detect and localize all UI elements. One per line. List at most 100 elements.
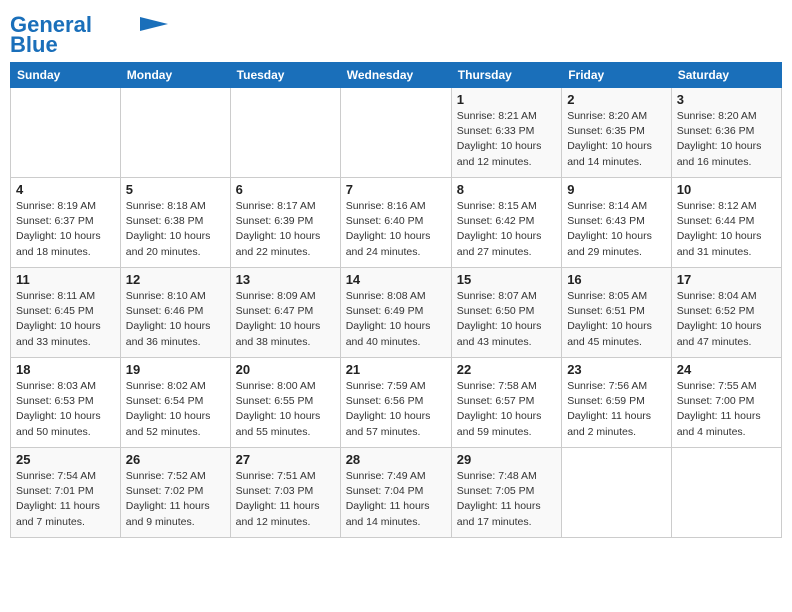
day-info: Sunrise: 7:56 AM Sunset: 6:59 PM Dayligh… xyxy=(567,379,666,440)
calendar-week-row: 25 Sunrise: 7:54 AM Sunset: 7:01 PM Dayli… xyxy=(11,448,782,538)
day-info: Sunrise: 8:12 AM Sunset: 6:44 PM Dayligh… xyxy=(677,199,776,260)
day-number: 19 xyxy=(126,362,225,377)
calendar-week-row: 18 Sunrise: 8:03 AM Sunset: 6:53 PM Dayli… xyxy=(11,358,782,448)
day-number: 20 xyxy=(236,362,335,377)
day-number: 21 xyxy=(346,362,446,377)
calendar-cell: 20 Sunrise: 8:00 AM Sunset: 6:55 PM Dayli… xyxy=(230,358,340,448)
calendar-cell: 16 Sunrise: 8:05 AM Sunset: 6:51 PM Dayli… xyxy=(562,268,672,358)
day-info: Sunrise: 7:49 AM Sunset: 7:04 PM Dayligh… xyxy=(346,469,446,530)
day-number: 10 xyxy=(677,182,776,197)
day-number: 14 xyxy=(346,272,446,287)
calendar-cell xyxy=(230,88,340,178)
calendar-cell: 5 Sunrise: 8:18 AM Sunset: 6:38 PM Daylig… xyxy=(120,178,230,268)
calendar-cell xyxy=(562,448,672,538)
calendar-table: SundayMondayTuesdayWednesdayThursdayFrid… xyxy=(10,62,782,538)
calendar-cell: 17Sunrise: 8:04 AM Sunset: 6:52 PM Dayli… xyxy=(671,268,781,358)
calendar-cell: 14 Sunrise: 8:08 AM Sunset: 6:49 PM Dayli… xyxy=(340,268,451,358)
day-number: 18 xyxy=(16,362,115,377)
weekday-header-monday: Monday xyxy=(120,63,230,88)
day-number: 2 xyxy=(567,92,666,107)
weekday-header-tuesday: Tuesday xyxy=(230,63,340,88)
weekday-header-sunday: Sunday xyxy=(11,63,121,88)
calendar-cell: 23 Sunrise: 7:56 AM Sunset: 6:59 PM Dayli… xyxy=(562,358,672,448)
day-info: Sunrise: 8:14 AM Sunset: 6:43 PM Dayligh… xyxy=(567,199,666,260)
weekday-header-row: SundayMondayTuesdayWednesdayThursdayFrid… xyxy=(11,63,782,88)
calendar-cell: 21Sunrise: 7:59 AM Sunset: 6:56 PM Dayli… xyxy=(340,358,451,448)
day-info: Sunrise: 8:21 AM Sunset: 6:33 PM Dayligh… xyxy=(457,109,556,170)
day-number: 7 xyxy=(346,182,446,197)
day-number: 26 xyxy=(126,452,225,467)
day-info: Sunrise: 8:07 AM Sunset: 6:50 PM Dayligh… xyxy=(457,289,556,350)
day-number: 29 xyxy=(457,452,556,467)
day-number: 5 xyxy=(126,182,225,197)
day-info: Sunrise: 8:10 AM Sunset: 6:46 PM Dayligh… xyxy=(126,289,225,350)
calendar-cell xyxy=(120,88,230,178)
day-info: Sunrise: 8:18 AM Sunset: 6:38 PM Dayligh… xyxy=(126,199,225,260)
day-info: Sunrise: 8:03 AM Sunset: 6:53 PM Dayligh… xyxy=(16,379,115,440)
day-info: Sunrise: 7:54 AM Sunset: 7:01 PM Dayligh… xyxy=(16,469,115,530)
day-info: Sunrise: 8:09 AM Sunset: 6:47 PM Dayligh… xyxy=(236,289,335,350)
day-info: Sunrise: 8:05 AM Sunset: 6:51 PM Dayligh… xyxy=(567,289,666,350)
day-number: 16 xyxy=(567,272,666,287)
day-info: Sunrise: 7:51 AM Sunset: 7:03 PM Dayligh… xyxy=(236,469,335,530)
calendar-cell: 15 Sunrise: 8:07 AM Sunset: 6:50 PM Dayli… xyxy=(451,268,561,358)
calendar-cell: 10 Sunrise: 8:12 AM Sunset: 6:44 PM Dayli… xyxy=(671,178,781,268)
day-number: 6 xyxy=(236,182,335,197)
day-number: 12 xyxy=(126,272,225,287)
calendar-week-row: 4Sunrise: 8:19 AM Sunset: 6:37 PM Daylig… xyxy=(11,178,782,268)
day-number: 9 xyxy=(567,182,666,197)
calendar-cell: 2 Sunrise: 8:20 AM Sunset: 6:35 PM Daylig… xyxy=(562,88,672,178)
day-info: Sunrise: 8:17 AM Sunset: 6:39 PM Dayligh… xyxy=(236,199,335,260)
calendar-cell: 3Sunrise: 8:20 AM Sunset: 6:36 PM Daylig… xyxy=(671,88,781,178)
day-number: 1 xyxy=(457,92,556,107)
day-info: Sunrise: 7:52 AM Sunset: 7:02 PM Dayligh… xyxy=(126,469,225,530)
day-number: 28 xyxy=(346,452,446,467)
calendar-cell: 7 Sunrise: 8:16 AM Sunset: 6:40 PM Daylig… xyxy=(340,178,451,268)
day-info: Sunrise: 8:00 AM Sunset: 6:55 PM Dayligh… xyxy=(236,379,335,440)
calendar-cell: 12 Sunrise: 8:10 AM Sunset: 6:46 PM Dayli… xyxy=(120,268,230,358)
day-info: Sunrise: 8:16 AM Sunset: 6:40 PM Dayligh… xyxy=(346,199,446,260)
calendar-cell: 11Sunrise: 8:11 AM Sunset: 6:45 PM Dayli… xyxy=(11,268,121,358)
calendar-cell: 8 Sunrise: 8:15 AM Sunset: 6:42 PM Daylig… xyxy=(451,178,561,268)
day-number: 27 xyxy=(236,452,335,467)
day-info: Sunrise: 8:04 AM Sunset: 6:52 PM Dayligh… xyxy=(677,289,776,350)
calendar-cell: 28 Sunrise: 7:49 AM Sunset: 7:04 PM Dayli… xyxy=(340,448,451,538)
weekday-header-wednesday: Wednesday xyxy=(340,63,451,88)
calendar-cell: 9 Sunrise: 8:14 AM Sunset: 6:43 PM Daylig… xyxy=(562,178,672,268)
calendar-cell xyxy=(11,88,121,178)
day-info: Sunrise: 7:58 AM Sunset: 6:57 PM Dayligh… xyxy=(457,379,556,440)
day-number: 23 xyxy=(567,362,666,377)
weekday-header-thursday: Thursday xyxy=(451,63,561,88)
day-number: 8 xyxy=(457,182,556,197)
calendar-cell: 19Sunrise: 8:02 AM Sunset: 6:54 PM Dayli… xyxy=(120,358,230,448)
weekday-header-saturday: Saturday xyxy=(671,63,781,88)
weekday-header-friday: Friday xyxy=(562,63,672,88)
logo: General Blue xyxy=(10,14,168,56)
day-info: Sunrise: 8:11 AM Sunset: 6:45 PM Dayligh… xyxy=(16,289,115,350)
day-info: Sunrise: 8:20 AM Sunset: 6:35 PM Dayligh… xyxy=(567,109,666,170)
calendar-cell: 1 Sunrise: 8:21 AM Sunset: 6:33 PM Daylig… xyxy=(451,88,561,178)
day-info: Sunrise: 7:48 AM Sunset: 7:05 PM Dayligh… xyxy=(457,469,556,530)
day-info: Sunrise: 7:55 AM Sunset: 7:00 PM Dayligh… xyxy=(677,379,776,440)
header: General Blue xyxy=(10,10,782,56)
calendar-cell: 22Sunrise: 7:58 AM Sunset: 6:57 PM Dayli… xyxy=(451,358,561,448)
day-number: 15 xyxy=(457,272,556,287)
day-number: 25 xyxy=(16,452,115,467)
calendar-cell xyxy=(671,448,781,538)
calendar-cell: 25 Sunrise: 7:54 AM Sunset: 7:01 PM Dayli… xyxy=(11,448,121,538)
calendar-cell: 6 Sunrise: 8:17 AM Sunset: 6:39 PM Daylig… xyxy=(230,178,340,268)
calendar-cell: 18 Sunrise: 8:03 AM Sunset: 6:53 PM Dayli… xyxy=(11,358,121,448)
day-info: Sunrise: 8:20 AM Sunset: 6:36 PM Dayligh… xyxy=(677,109,776,170)
day-number: 13 xyxy=(236,272,335,287)
calendar-cell: 4Sunrise: 8:19 AM Sunset: 6:37 PM Daylig… xyxy=(11,178,121,268)
day-number: 24 xyxy=(677,362,776,377)
calendar-cell: 27 Sunrise: 7:51 AM Sunset: 7:03 PM Dayli… xyxy=(230,448,340,538)
day-info: Sunrise: 8:19 AM Sunset: 6:37 PM Dayligh… xyxy=(16,199,115,260)
calendar-week-row: 1 Sunrise: 8:21 AM Sunset: 6:33 PM Daylig… xyxy=(11,88,782,178)
day-info: Sunrise: 8:08 AM Sunset: 6:49 PM Dayligh… xyxy=(346,289,446,350)
calendar-cell xyxy=(340,88,451,178)
calendar-cell: 24 Sunrise: 7:55 AM Sunset: 7:00 PM Dayli… xyxy=(671,358,781,448)
calendar-cell: 13 Sunrise: 8:09 AM Sunset: 6:47 PM Dayli… xyxy=(230,268,340,358)
day-info: Sunrise: 8:15 AM Sunset: 6:42 PM Dayligh… xyxy=(457,199,556,260)
calendar-week-row: 11Sunrise: 8:11 AM Sunset: 6:45 PM Dayli… xyxy=(11,268,782,358)
